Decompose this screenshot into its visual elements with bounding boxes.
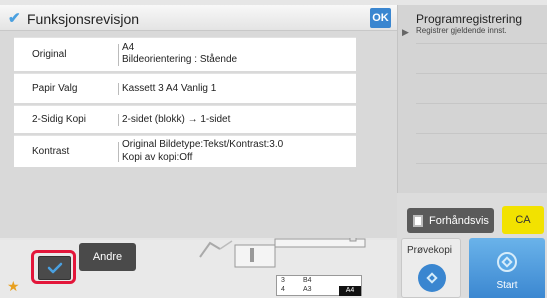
function-check-button[interactable] <box>38 256 71 280</box>
tray-4-number: 4 <box>281 286 285 293</box>
row-value: Bildeorientering : Stående <box>122 54 238 65</box>
dialog-header: ✔ Funksjonsrevisjon OK <box>0 5 397 31</box>
selected-tray-size: A4 <box>339 286 361 296</box>
right-panel: ▶ Programregistrering Registrer gjeldend… <box>397 5 547 298</box>
program-registration-subtitle: Registrer gjeldende innst. <box>416 26 507 35</box>
setting-row-paper: Papir Valg Kassett 3 A4 Vanlig 1 <box>14 73 356 103</box>
ok-label: OK <box>372 12 389 24</box>
divider <box>416 103 547 104</box>
proof-copy-icon <box>418 264 446 292</box>
other-button[interactable]: Andre <box>79 243 136 271</box>
dialog-title: Funksjonsrevisjon <box>27 11 140 27</box>
checkmark-icon: ✔ <box>8 10 21 27</box>
star-icon[interactable]: ★ <box>7 278 20 295</box>
start-button[interactable]: Start <box>469 238 545 298</box>
tray-3-size: B4 <box>303 277 312 284</box>
start-icon <box>497 252 517 272</box>
row-value: Kassett 3 A4 Vanlig 1 <box>122 83 217 94</box>
copier-screen: ▶ Programregistrering Registrer gjeldend… <box>0 0 547 298</box>
row-label: Papir Valg <box>32 83 78 94</box>
row-label: 2-Sidig Kopi <box>32 114 86 125</box>
setting-row-contrast: Kontrast Original Bildetype:Tekst/Kontra… <box>14 135 356 167</box>
row-divider <box>118 44 119 66</box>
proof-copy-label: Prøvekopi <box>407 245 453 256</box>
clear-all-button[interactable]: CA <box>502 206 544 234</box>
row-label: Kontrast <box>32 146 70 157</box>
clear-all-label: CA <box>515 214 531 226</box>
setting-row-duplex: 2-Sidig Kopi 2-sidet (blokk) → 1-sidet <box>14 105 356 133</box>
row-label: Original <box>32 49 67 60</box>
row-value: Kopi av kopi:Off <box>122 152 193 163</box>
tray-status: 3 B4 4 A3 A4 <box>276 275 362 296</box>
tray-3-number: 3 <box>281 277 285 284</box>
row-value: A4 <box>122 42 135 53</box>
row-divider <box>118 114 119 126</box>
setting-row-original: Original A4 Bildeorientering : Stående <box>14 37 356 71</box>
program-registration-panel[interactable]: ▶ Programregistrering Registrer gjeldend… <box>397 5 547 193</box>
divider <box>416 163 547 164</box>
divider <box>416 133 547 134</box>
preview-icon <box>413 214 423 227</box>
preview-label: Forhåndsvis <box>429 214 489 227</box>
divider <box>416 43 547 44</box>
other-label: Andre <box>92 251 123 263</box>
function-review-dialog: ✔ Funksjonsrevisjon OK Original A4 Bilde… <box>0 5 397 238</box>
tray-4-size: A3 <box>303 286 312 293</box>
preview-button[interactable]: Forhåndsvis <box>407 208 494 233</box>
row-value: Original Bildetype:Tekst/Kontrast:3.0 <box>122 139 284 150</box>
row-value: 2-sidet (blokk) → 1-sidet <box>122 114 231 125</box>
proof-copy-button[interactable]: Prøvekopi <box>401 238 461 298</box>
row-divider <box>118 142 119 162</box>
program-registration-title: Programregistrering <box>416 12 523 26</box>
divider <box>416 73 547 74</box>
expand-arrow-icon[interactable]: ▶ <box>402 27 409 38</box>
checkmark-icon <box>47 262 62 274</box>
ok-button[interactable]: OK <box>370 8 391 28</box>
row-divider <box>118 83 119 95</box>
start-label: Start <box>496 280 518 291</box>
